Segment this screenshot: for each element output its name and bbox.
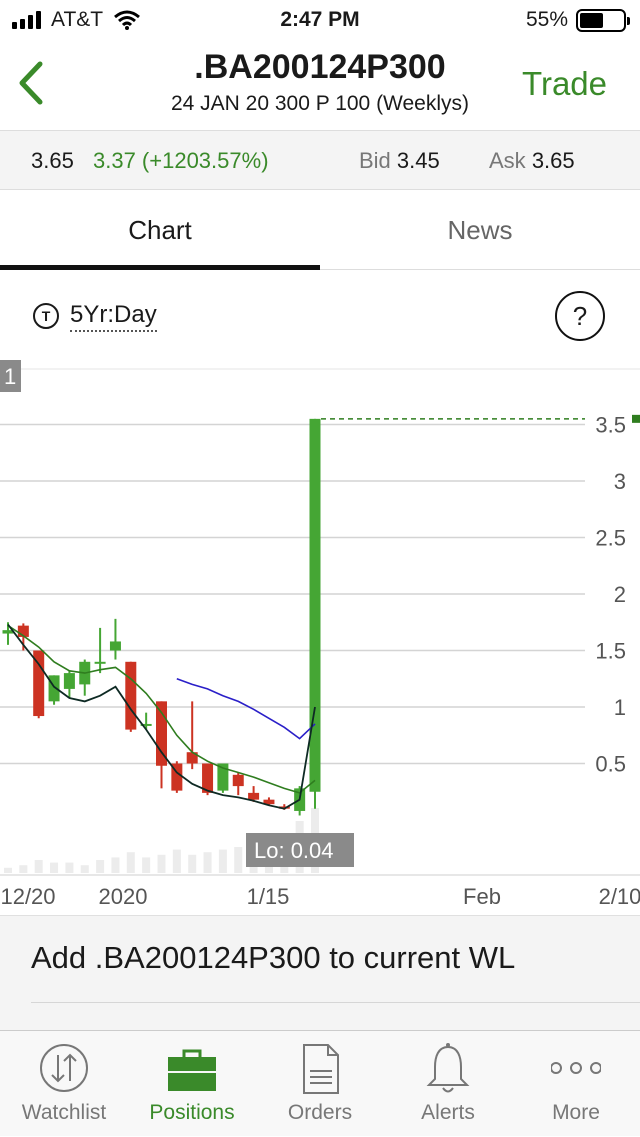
bid-label: Bid xyxy=(359,148,391,173)
nav-bar: .BA200124P300 24 JAN 20 300 P 100 (Weekl… xyxy=(0,40,640,130)
document-icon xyxy=(303,1044,339,1094)
add-to-watchlist-row[interactable]: Add .BA200124P300 to current WL xyxy=(0,915,640,1030)
candle-body xyxy=(125,661,137,730)
tab-alerts[interactable]: Alerts xyxy=(384,1031,512,1137)
trade-button[interactable]: Trade xyxy=(522,65,607,103)
bell-icon xyxy=(426,1043,470,1093)
chart-range-selector[interactable]: 5Yr:Day xyxy=(70,300,157,332)
tab-label: Alerts xyxy=(421,1101,475,1124)
battery-icon xyxy=(576,8,630,32)
swap-arrows-icon xyxy=(40,1044,88,1092)
volume-bar xyxy=(188,854,197,873)
tab-orders[interactable]: Orders xyxy=(256,1031,384,1137)
y-tick-label: 1 xyxy=(614,695,626,720)
y-tick-label: 3.5 xyxy=(595,413,626,438)
candle-body xyxy=(63,673,75,689)
tab-more[interactable]: More xyxy=(512,1031,640,1137)
lo-label: Lo: 0.04 xyxy=(254,838,334,863)
x-tick-label: 2020 xyxy=(99,884,148,909)
volume-bar xyxy=(172,849,181,873)
segment-tabs: Chart News xyxy=(0,190,640,270)
candle-body xyxy=(248,792,260,800)
active-tab-indicator xyxy=(0,265,320,270)
bid-quote: Bid 3.45 xyxy=(359,148,440,174)
volume-bar xyxy=(126,852,135,873)
battery-level xyxy=(580,12,604,28)
volume-bar xyxy=(142,857,151,873)
candle-body xyxy=(232,774,244,787)
bottom-tab-bar: Watchlist Positions Orders Alerts More xyxy=(0,1030,640,1136)
volume-bar xyxy=(50,862,59,873)
x-tick-label: 12/20 xyxy=(0,884,55,909)
briefcase-icon xyxy=(168,1049,216,1091)
more-dots-icon xyxy=(551,1062,601,1074)
battery-percent: 55% xyxy=(525,8,568,31)
tab-label: Watchlist xyxy=(21,1101,107,1124)
y-tick-label: 0.5 xyxy=(595,752,626,777)
volume-bar xyxy=(96,860,105,873)
candle-body xyxy=(48,675,60,702)
volume-bar xyxy=(157,854,166,873)
ma-line-blue xyxy=(176,678,316,740)
tab-positions[interactable]: Positions xyxy=(128,1031,256,1137)
price-change: 3.37 (+1203.57%) xyxy=(93,148,269,173)
x-tick-label: 2/10 xyxy=(599,884,640,909)
add-to-watchlist-label[interactable]: Add .BA200124P300 to current WL xyxy=(31,940,515,976)
tab-label: More xyxy=(552,1101,600,1124)
bid-value: 3.45 xyxy=(396,148,440,173)
last-price: 3.65 xyxy=(31,148,74,173)
volume-bar xyxy=(19,865,28,873)
y-tick-label: 2.5 xyxy=(595,526,626,551)
ask-label: Ask xyxy=(489,148,526,173)
volume-bar xyxy=(34,860,43,873)
chart-type-icon[interactable]: T xyxy=(33,303,59,329)
tab-news[interactable]: News xyxy=(320,190,640,270)
volume-bar xyxy=(203,852,212,873)
price-chart[interactable]: 3.5 3 2.5 2 1.5 1 0.5 1 Lo: 0.04 12/20 2020 1/15 Feb… xyxy=(0,355,640,915)
ask-quote: Ask 3.65 xyxy=(489,148,575,174)
volume-bar xyxy=(4,867,12,873)
candle-body xyxy=(109,641,121,651)
status-bar: AT&T 2:47 PM 55% xyxy=(0,0,640,40)
candle-body xyxy=(94,661,106,664)
volume-bar xyxy=(111,857,120,873)
volume-bar xyxy=(65,862,74,873)
tab-watchlist[interactable]: Watchlist xyxy=(0,1031,128,1137)
y-tick-label: 2 xyxy=(614,582,626,607)
chart-canvas[interactable]: 3.5 3 2.5 2 1.5 1 0.5 1 Lo: 0.04 12/20 2020 1/15 Feb… xyxy=(0,355,640,915)
left-edge-tag-label: 1 xyxy=(4,364,16,389)
volume-bar xyxy=(218,849,227,873)
tab-label: Positions xyxy=(149,1101,235,1124)
help-button[interactable]: ? xyxy=(555,291,605,341)
tab-label: Orders xyxy=(287,1101,353,1124)
volume-bar xyxy=(234,847,243,873)
candle-body xyxy=(309,418,321,792)
battery-group: 55% xyxy=(525,8,630,32)
y-tick-label: 1.5 xyxy=(595,639,626,664)
y-tick-label: 3 xyxy=(614,469,626,494)
divider xyxy=(31,1002,640,1003)
volume-bar xyxy=(80,865,89,873)
x-tick-label: 1/15 xyxy=(247,884,290,909)
ask-value: 3.65 xyxy=(531,148,575,173)
quote-bar: 3.65 3.37 (+1203.57%) Bid 3.45 Ask 3.65 xyxy=(0,130,640,190)
x-tick-label: Feb xyxy=(463,884,501,909)
last-price-marker xyxy=(632,414,640,423)
tab-chart[interactable]: Chart xyxy=(0,190,320,270)
